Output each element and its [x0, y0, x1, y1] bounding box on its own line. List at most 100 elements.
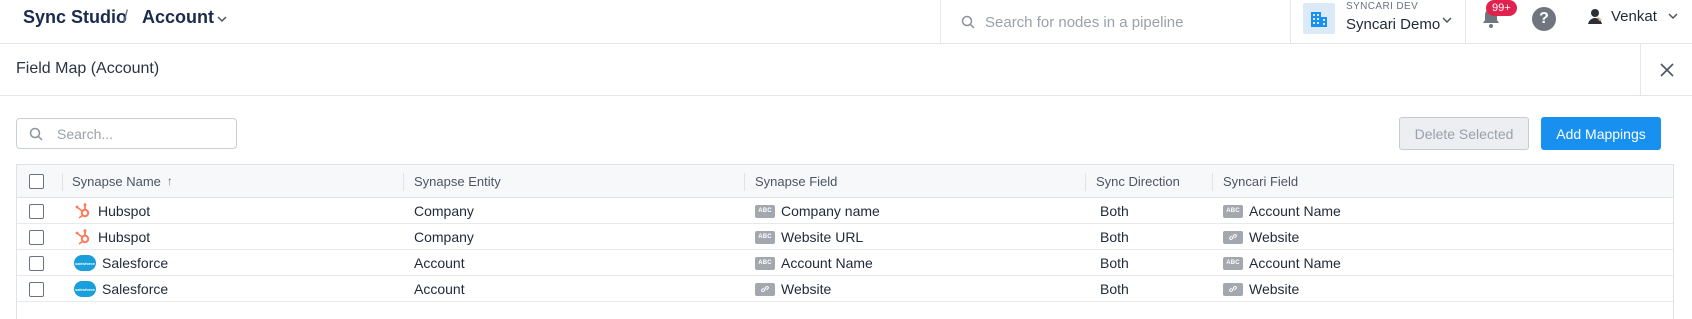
user-menu[interactable]: Venkat [1585, 6, 1679, 26]
synapse-field: Website [781, 281, 832, 297]
select-all-checkbox[interactable] [29, 173, 44, 189]
row-checkbox[interactable] [29, 281, 44, 297]
org-name: Syncari Demo [1346, 16, 1441, 33]
table-row[interactable]: salesforce Salesforce Account Website Both We… [17, 276, 1673, 302]
close-icon [1659, 63, 1674, 77]
user-name: Venkat [1611, 7, 1657, 25]
pipeline-search [940, 0, 1290, 44]
app-brand[interactable]: Sync Studio [23, 7, 127, 28]
link-type-icon [755, 282, 775, 296]
sync-direction: Both [1100, 229, 1129, 245]
column-header-syncari-field[interactable]: Syncari Field [1223, 165, 1298, 197]
text-type-icon: ABC [1223, 204, 1243, 218]
synapse-field: Website URL [781, 229, 864, 245]
synapse-name: Hubspot [98, 229, 151, 245]
cell-syncari-field: ABC Account Name [1223, 250, 1341, 276]
breadcrumb-object-selector[interactable]: Account [142, 7, 228, 28]
cell-synapse-field: Website [755, 276, 831, 302]
row-checkbox[interactable] [29, 229, 44, 245]
row-checkbox-cell [29, 198, 44, 224]
cell-synapse-entity: Account [414, 276, 465, 302]
cell-sync-direction: Both [1100, 276, 1129, 302]
cell-synapse-entity: Company [414, 198, 474, 224]
org-environment: SYNCARI DEV [1346, 1, 1419, 12]
field-map-table: Synapse Name ↑ Synapse Entity Synapse Fi… [16, 164, 1674, 319]
chevron-down-icon [1442, 17, 1452, 24]
text-type-icon: ABC [755, 204, 775, 218]
column-header-label: Sync Direction [1096, 173, 1180, 189]
sync-direction: Both [1100, 255, 1129, 271]
column-divider [1085, 173, 1086, 191]
sync-direction: Both [1100, 203, 1129, 219]
cell-syncari-field: Website [1223, 276, 1299, 302]
sync-direction: Both [1100, 281, 1129, 297]
table-search-input[interactable] [57, 125, 217, 142]
cell-syncari-field: ABC Account Name [1223, 198, 1341, 224]
cell-synapse-name: salesforce Salesforce [74, 276, 168, 302]
column-header-synapse-name[interactable]: Synapse Name ↑ [72, 165, 173, 197]
modal-title: Field Map (Account) [16, 60, 160, 77]
table-search [16, 118, 237, 149]
select-all-checkbox-cell [29, 165, 44, 197]
hubspot-logo-icon [74, 228, 92, 246]
chevron-down-icon [1668, 13, 1678, 20]
syncari-field: Website [1249, 229, 1300, 245]
row-checkbox[interactable] [29, 203, 44, 219]
top-bar: Sync Studio / Account SYNCARI DEV Syncar… [0, 0, 1692, 44]
row-checkbox-cell [29, 276, 44, 302]
pipeline-search-input[interactable] [985, 13, 1275, 31]
sort-ascending-icon: ↑ [166, 174, 173, 188]
synapse-field: Company name [781, 203, 880, 219]
cell-synapse-name: Hubspot [74, 224, 150, 250]
add-mappings-button[interactable]: Add Mappings [1541, 117, 1661, 150]
column-header-label: Synapse Field [755, 173, 838, 189]
syncari-field: Account Name [1249, 203, 1341, 219]
synapse-name: Hubspot [98, 203, 151, 219]
column-header-synapse-field[interactable]: Synapse Field [755, 165, 837, 197]
org-switcher[interactable]: SYNCARI DEV Syncari Demo [1290, 0, 1466, 44]
breadcrumb-separator: / [123, 7, 129, 27]
syncari-field: Account Name [1249, 255, 1341, 271]
cell-synapse-entity: Company [414, 224, 474, 250]
synapse-entity: Account [414, 281, 465, 297]
table-row[interactable]: Hubspot Company ABC Company name Both ABC Acco… [17, 198, 1673, 224]
row-checkbox[interactable] [29, 255, 44, 271]
cell-synapse-name: salesforce Salesforce [74, 250, 168, 276]
text-type-icon: ABC [755, 230, 775, 244]
synapse-name: Salesforce [102, 255, 169, 271]
help-icon[interactable]: ? [1532, 7, 1556, 31]
column-header-label: Synapse Entity [414, 173, 501, 189]
table-row[interactable]: salesforce Salesforce Account ABC Account Na… [17, 250, 1673, 276]
column-header-synapse-entity[interactable]: Synapse Entity [414, 165, 501, 197]
column-divider [62, 173, 63, 191]
delete-selected-button[interactable]: Delete Selected [1399, 117, 1529, 150]
text-type-icon: ABC [1223, 256, 1243, 270]
cell-syncari-field: Website [1223, 224, 1299, 250]
synapse-name: Salesforce [102, 281, 169, 297]
synapse-entity: Company [414, 203, 474, 219]
column-header-sync-direction[interactable]: Sync Direction [1096, 165, 1180, 197]
table-header: Synapse Name ↑ Synapse Entity Synapse Fi… [17, 165, 1673, 198]
column-header-label: Synapse Name [72, 173, 161, 189]
close-button[interactable] [1640, 44, 1692, 96]
notification-badge: 99+ [1486, 0, 1517, 16]
column-divider [1212, 173, 1213, 191]
cell-sync-direction: Both [1100, 224, 1129, 250]
cell-synapse-field: ABC Website URL [755, 224, 863, 250]
table-row[interactable]: Hubspot Company ABC Website URL Both Website [17, 224, 1673, 250]
modal-header: Field Map (Account) [0, 44, 1692, 96]
row-checkbox-cell [29, 250, 44, 276]
link-type-icon [1223, 230, 1243, 244]
cell-synapse-name: Hubspot [74, 198, 150, 224]
salesforce-logo-icon: salesforce [74, 281, 96, 297]
row-checkbox-cell [29, 224, 44, 250]
synapse-entity: Company [414, 229, 474, 245]
hubspot-logo-icon [74, 202, 92, 220]
text-type-icon: ABC [755, 256, 775, 270]
search-icon [29, 127, 43, 141]
salesforce-logo-icon: salesforce [74, 255, 96, 271]
cell-sync-direction: Both [1100, 250, 1129, 276]
column-header-label: Syncari Field [1223, 173, 1299, 189]
syncari-field: Website [1249, 281, 1300, 297]
building-icon [1303, 3, 1335, 34]
